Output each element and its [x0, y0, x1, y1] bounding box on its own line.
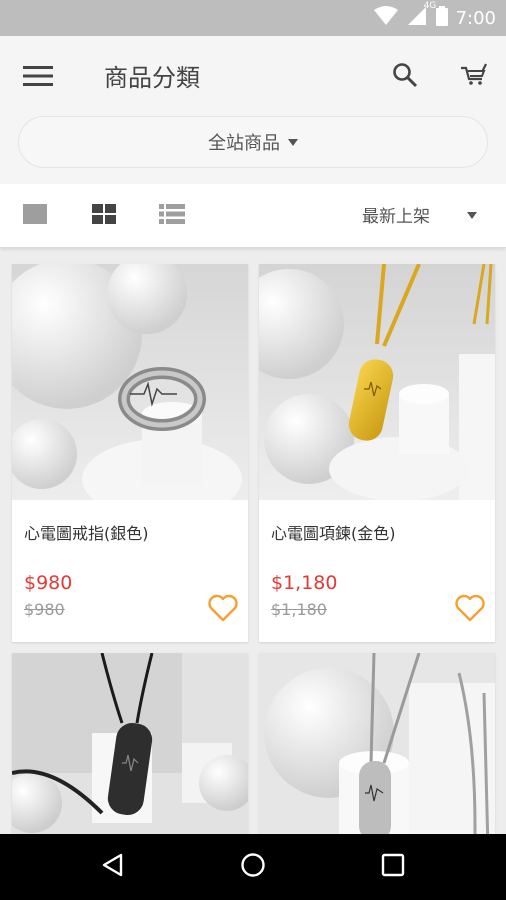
product-image[interactable] [259, 653, 495, 834]
system-navigation-bar [0, 834, 506, 900]
app-bar: 商品分類 全站商品 [0, 36, 506, 184]
product-name[interactable]: 心電圖項鍊(金色) [271, 520, 396, 544]
sort-chevron-down-icon[interactable] [467, 212, 477, 219]
grid-view-button[interactable] [82, 198, 126, 234]
product-image[interactable] [12, 264, 248, 500]
hamburger-menu-icon [23, 65, 53, 91]
product-name[interactable]: 心電圖戒指(銀色) [24, 520, 149, 544]
sort-dropdown[interactable]: 最新上架 [362, 202, 430, 227]
list-view-icon [159, 204, 185, 228]
product-original-price: $1,180 [271, 600, 327, 619]
product-card[interactable] [259, 653, 495, 834]
favorite-button[interactable] [453, 594, 487, 626]
page-title: 商品分類 [104, 64, 200, 92]
home-button[interactable] [231, 845, 275, 889]
product-image[interactable] [259, 264, 495, 500]
search-button[interactable] [384, 56, 426, 98]
chevron-down-icon [288, 138, 298, 146]
favorite-button[interactable] [206, 594, 240, 626]
battery-icon [435, 6, 448, 30]
back-button[interactable] [90, 845, 134, 889]
single-column-view-icon [23, 204, 47, 228]
status-bar: 4G 7:00 [0, 0, 506, 36]
product-card[interactable] [12, 653, 248, 834]
heart-icon [208, 594, 238, 626]
scope-label: 全站商品 [208, 133, 280, 154]
clock: 7:00 [455, 7, 496, 29]
list-view-button[interactable] [150, 198, 194, 234]
product-grid: 心電圖戒指(銀色) $980 $980 心電圖項鍊(金色) $1,180 $1,… [0, 248, 506, 834]
cart-button[interactable] [452, 56, 496, 98]
product-card[interactable]: 心電圖項鍊(金色) $1,180 $1,180 [259, 264, 495, 642]
back-icon [101, 853, 123, 881]
product-image[interactable] [12, 653, 248, 834]
recents-icon [381, 853, 405, 881]
cart-icon [460, 63, 488, 91]
product-price: $980 [24, 572, 73, 594]
cell-signal-icon: 4G [406, 1, 436, 31]
menu-button[interactable] [16, 58, 60, 98]
network-type: 4G [423, 1, 437, 11]
status-icons: 4G 7:00 [373, 0, 496, 36]
wifi-icon [373, 6, 398, 30]
product-original-price: $980 [24, 600, 65, 619]
view-toolbar: 最新上架 [0, 184, 506, 248]
search-icon [392, 62, 418, 92]
heart-icon [455, 594, 485, 626]
single-column-view-button[interactable] [13, 198, 57, 234]
home-icon [240, 852, 266, 882]
product-card[interactable]: 心電圖戒指(銀色) $980 $980 [12, 264, 248, 642]
scope-dropdown[interactable]: 全站商品 [18, 116, 488, 168]
product-price: $1,180 [271, 572, 338, 594]
recents-button[interactable] [371, 845, 415, 889]
grid-view-icon [92, 204, 116, 228]
